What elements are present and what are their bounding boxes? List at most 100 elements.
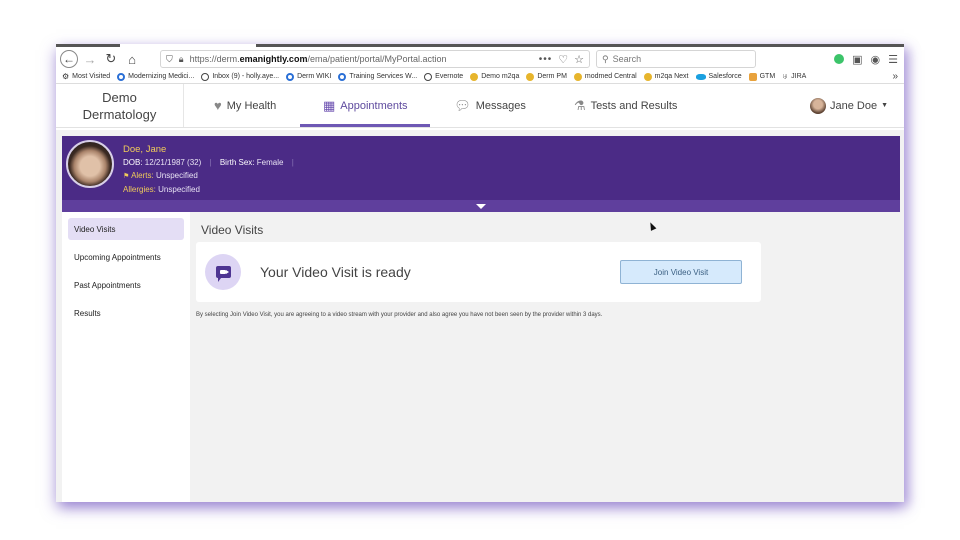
bookmarks-overflow-icon[interactable]: » — [892, 71, 898, 82]
nav-label: Messages — [475, 99, 526, 112]
chat-icon: 💬︎ — [454, 97, 471, 113]
bookmark-item[interactable]: Evernote — [424, 72, 464, 81]
calendar-icon: ▦ — [322, 97, 336, 113]
modmed-icon — [643, 72, 652, 81]
sidebar-item-video-visits[interactable]: Video Visits — [68, 218, 184, 240]
bookmark-item[interactable]: Derm WIKI — [286, 72, 331, 81]
bookmark-item[interactable]: modmed Central — [573, 72, 637, 81]
bookmark-star-icon[interactable]: ☆ — [574, 53, 584, 66]
flag-icon: ⚑ — [123, 173, 130, 180]
home-button[interactable]: ⌂ — [123, 50, 141, 68]
nav-messages[interactable]: 💬︎ Messages — [430, 84, 550, 127]
browser-toolbar: ← → ↻ ⌂ ⛉ 🔒︎ https://derm. emanightly.com… — [56, 48, 904, 70]
account-icon[interactable]: ◉ — [871, 53, 881, 66]
bookmark-label: modmed Central — [584, 73, 637, 80]
url-domain: emanightly.com — [239, 54, 308, 64]
forward-button[interactable]: → — [81, 50, 99, 68]
browser-window: ← → ↻ ⌂ ⛉ 🔒︎ https://derm. emanightly.com… — [56, 44, 904, 502]
sidebar-item-past-appointments[interactable]: Past Appointments — [68, 274, 184, 296]
divider: | — [291, 158, 294, 167]
heart-icon: ♥ — [214, 98, 222, 113]
bookmark-item[interactable]: Training Services W... — [338, 72, 417, 81]
gtm-icon — [748, 72, 757, 81]
brand-logo[interactable]: Demo Dermatology — [56, 84, 184, 127]
bookmark-item[interactable]: m2qa Next — [643, 72, 689, 81]
shield-icon[interactable]: ⛉ — [166, 54, 173, 65]
url-bar[interactable]: ⛉ 🔒︎ https://derm. emanightly.com/ema/pat… — [160, 50, 590, 68]
pocket-icon[interactable]: ♡ — [558, 53, 568, 66]
url-path: /ema/patient/portal/MyPortal.action — [307, 54, 447, 64]
main-nav: ♥ My Health ▦ Appointments 💬︎ Messages ⚗… — [184, 84, 904, 127]
bookmark-label: Salesforce — [708, 73, 742, 80]
bookmark-item[interactable]: Modernizing Medici... — [117, 72, 195, 81]
sex-label: Birth Sex: — [219, 158, 255, 167]
patient-name: Doe, Jane — [123, 144, 167, 155]
search-input[interactable]: ⚲ Search — [596, 50, 756, 68]
globe-icon — [424, 72, 433, 81]
sidebar: Video Visits Upcoming Appointments Past … — [62, 212, 190, 502]
lock-icon[interactable]: 🔒︎ — [179, 54, 184, 65]
bookmark-label: Evernote — [435, 73, 464, 80]
brand-line-2: Dermatology — [82, 106, 157, 122]
sidebar-item-results[interactable]: Results — [68, 302, 184, 324]
bookmark-item[interactable]: ⚙ Most Visited — [62, 72, 110, 81]
bookmark-item[interactable]: Demo m2qa — [470, 72, 520, 81]
bookmark-label: GTM — [759, 73, 776, 80]
user-menu[interactable]: Jane Doe ▼ — [809, 84, 904, 127]
avatar — [809, 97, 826, 114]
user-name: Jane Doe — [829, 99, 878, 112]
app-header: Demo Dermatology ♥ My Health ▦ Appointme… — [56, 84, 904, 128]
main-panel: Video Visits Your Video Visit is ready J… — [196, 212, 904, 502]
dob-label: DOB: — [123, 158, 143, 167]
back-button[interactable]: ← — [60, 50, 78, 68]
sidebar-item-upcoming-appointments[interactable]: Upcoming Appointments — [68, 246, 184, 268]
bookmark-item[interactable]: Inbox (9) - holly.aye... — [201, 72, 280, 81]
expand-arrow-icon[interactable] — [476, 204, 486, 209]
bookmark-label: Demo m2qa — [481, 73, 520, 80]
menu-icon[interactable]: ☰ — [888, 53, 898, 66]
allergies-label: Allergies: — [123, 185, 156, 194]
salesforce-icon — [695, 73, 706, 80]
jira-icon: ♅ — [782, 72, 789, 81]
grammarly-icon[interactable] — [834, 54, 845, 64]
circle-icon — [117, 72, 126, 81]
sex-value: Female — [256, 158, 284, 167]
chevron-down-icon: ▼ — [881, 102, 888, 109]
patient-photo — [66, 140, 114, 188]
nav-appointments[interactable]: ▦ Appointments — [300, 84, 431, 127]
bookmark-item[interactable]: Derm PM — [526, 72, 567, 81]
sidebar-icon[interactable]: ▣ — [852, 53, 862, 66]
join-video-visit-button[interactable]: Join Video Visit — [620, 260, 742, 284]
dob-value: 12/21/1987 (32) — [144, 158, 202, 167]
search-icon: ⚲ — [602, 53, 609, 64]
microscope-icon: ⚗ — [573, 97, 586, 113]
nav-label: My Health — [226, 99, 277, 112]
tab-indicator[interactable] — [56, 44, 120, 47]
bookmark-label: Inbox (9) - holly.aye... — [212, 73, 280, 80]
modmed-icon — [526, 72, 535, 81]
bookmark-item[interactable]: GTM — [748, 72, 776, 81]
brand-line-1: Demo — [102, 89, 137, 105]
bookmark-label: JIRA — [791, 73, 807, 80]
page-content: Doe, Jane DOB: 12/21/1987 (32) | Birth S… — [56, 130, 904, 502]
page-title: Video Visits — [201, 223, 264, 237]
bookmark-label: Most Visited — [72, 73, 111, 80]
bookmark-label: Modernizing Medici... — [128, 73, 195, 80]
page-actions-icon[interactable]: ••• — [539, 54, 553, 65]
patient-info: Doe, Jane DOB: 12/21/1987 (32) | Birth S… — [123, 143, 300, 196]
allergies-value: Unspecified — [158, 185, 200, 194]
tab-strip — [56, 44, 904, 48]
bookmark-item[interactable]: ♅ JIRA — [782, 72, 806, 81]
url-prefix: https://derm. — [189, 54, 240, 64]
nav-my-health[interactable]: ♥ My Health — [184, 84, 300, 127]
bookmark-item[interactable]: Salesforce — [695, 73, 742, 80]
video-chat-icon — [205, 254, 241, 290]
modmed-icon — [470, 72, 479, 81]
reload-button[interactable]: ↻ — [102, 50, 120, 68]
circle-icon — [286, 72, 295, 81]
bookmarks-bar: ⚙ Most Visited Modernizing Medici... Inbox … — [56, 70, 904, 84]
tab-bar — [256, 44, 904, 47]
nav-tests-results[interactable]: ⚗ Tests and Results — [550, 84, 701, 127]
alerts-label: Alerts: — [131, 171, 154, 180]
nav-label: Appointments — [340, 99, 408, 112]
